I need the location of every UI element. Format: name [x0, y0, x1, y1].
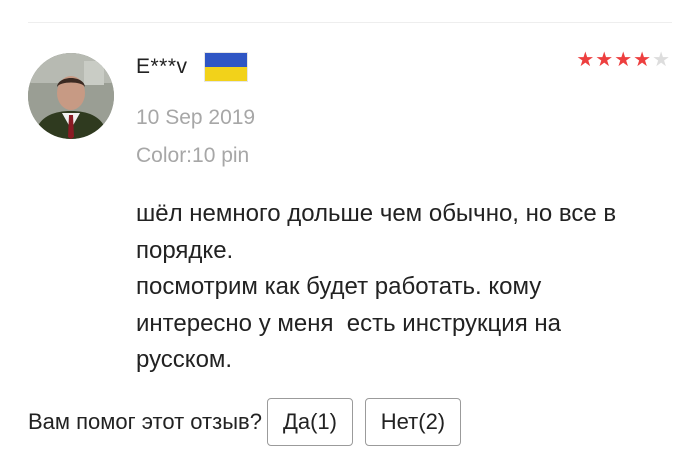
review-card: E***v ★ ★ ★ ★ ★ 10 Sep 2019 Color:10 pin… — [0, 0, 700, 464]
star-rating: ★ ★ ★ ★ ★ — [576, 50, 670, 70]
helpful-prompt: Вам помог этот отзыв? Да(1) Нет(2) — [28, 398, 461, 446]
helpful-question: Вам помог этот отзыв? — [28, 409, 262, 434]
review-date: 10 Sep 2019 — [136, 106, 256, 129]
ukraine-flag-icon — [203, 52, 248, 82]
user-name: E***v — [136, 55, 188, 78]
product-variant: Color:10 pin — [136, 144, 250, 167]
star-filled-icon: ★ — [576, 49, 595, 71]
star-empty-icon: ★ — [652, 49, 670, 71]
helpful-yes-button[interactable]: Да(1) — [266, 398, 353, 446]
avatar — [28, 53, 114, 139]
review-text: шёл немного дольше чем обычно, но все в … — [136, 200, 617, 373]
helpful-no-button[interactable]: Нет(2) — [364, 398, 461, 446]
top-divider — [28, 22, 672, 23]
star-filled-icon: ★ — [614, 49, 633, 71]
star-filled-icon: ★ — [633, 49, 652, 71]
star-filled-icon: ★ — [595, 49, 614, 71]
user-info: E***v — [136, 52, 248, 82]
